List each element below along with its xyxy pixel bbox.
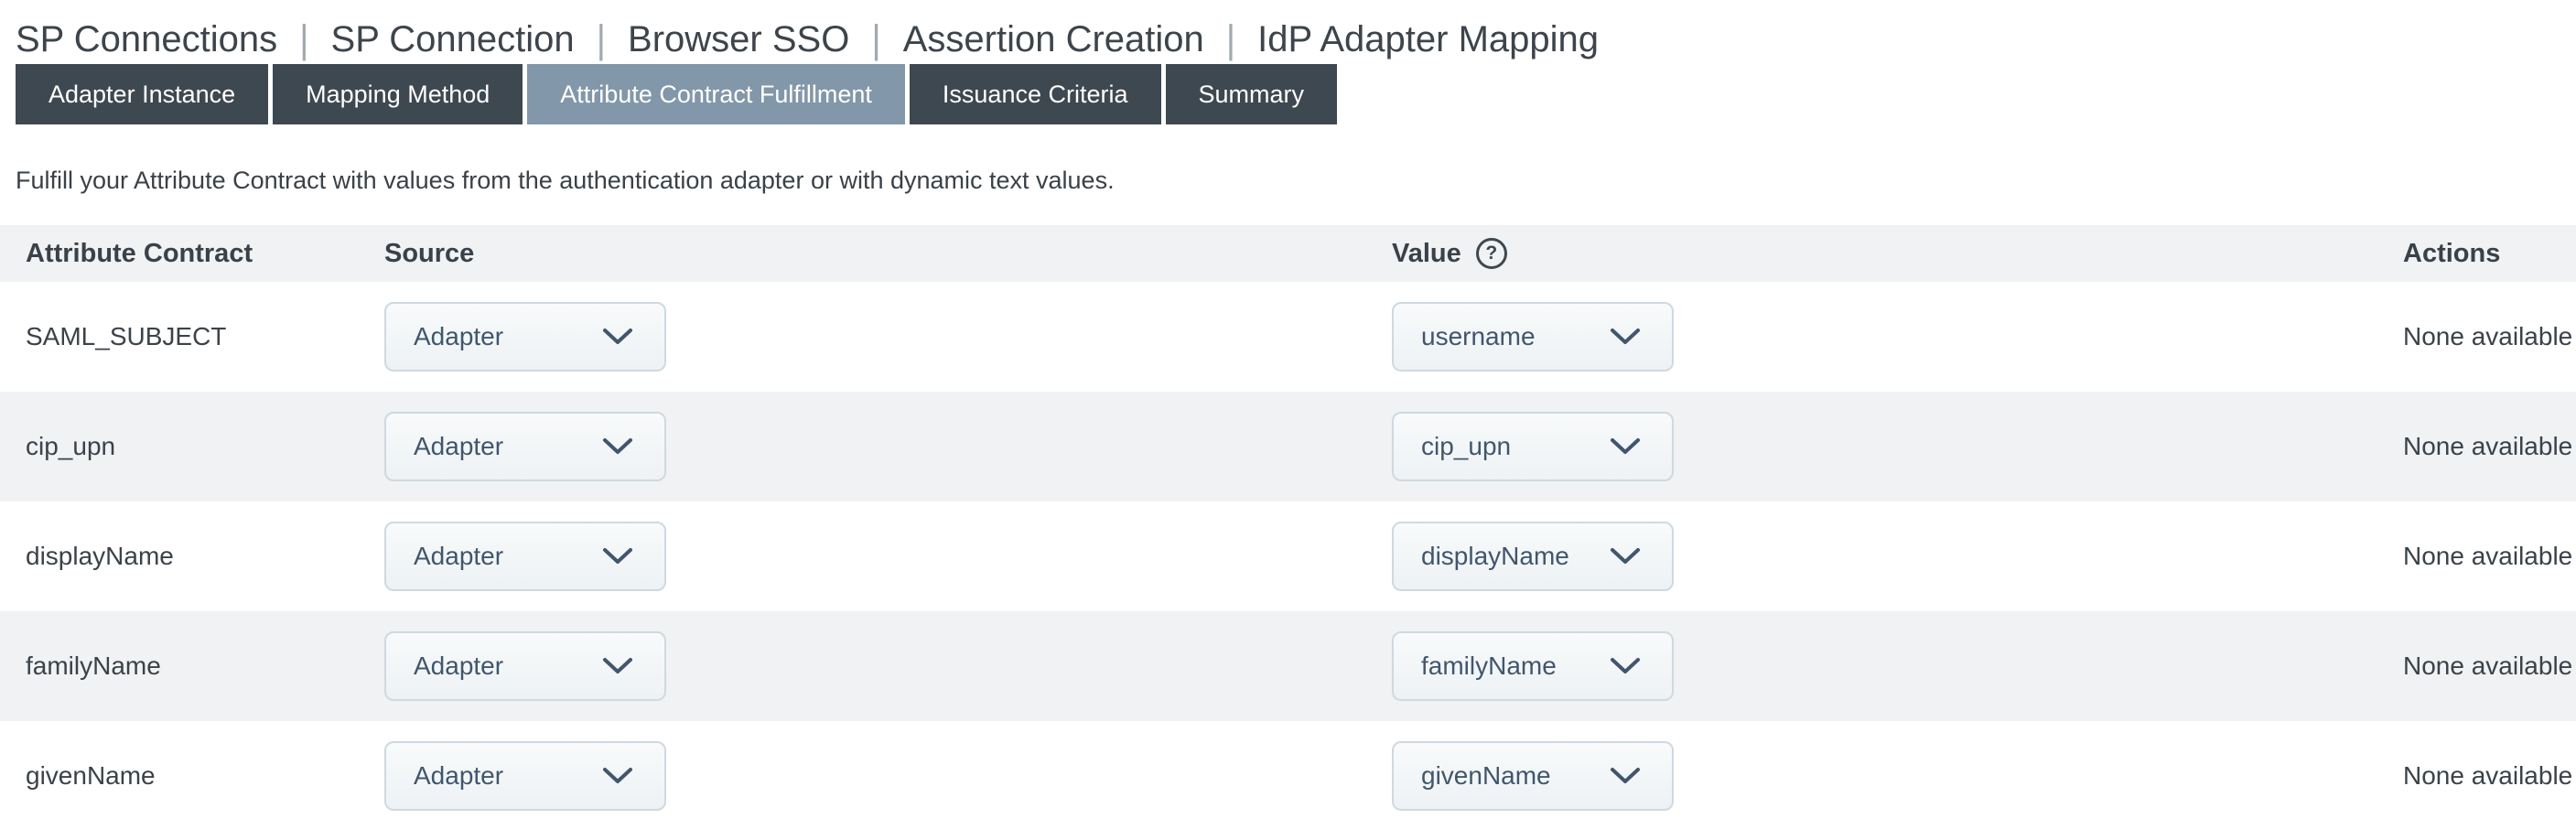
value-cell: cip_upn [1392, 412, 2403, 481]
breadcrumb-item-idp-adapter-mapping: IdP Adapter Mapping [1257, 19, 1599, 60]
actions-cell: None available [2403, 542, 2576, 571]
breadcrumb-item-assertion-creation[interactable]: Assertion Creation [903, 19, 1204, 60]
source-cell: Adapter [384, 522, 1392, 591]
column-header-value: Value ? [1392, 238, 2403, 269]
attribute-contract-label: SAML_SUBJECT [26, 322, 384, 351]
value-dropdown-value: displayName [1421, 542, 1569, 571]
attribute-contract-label: givenName [26, 761, 384, 791]
table-row: displayName Adapter displayName None ava… [0, 501, 2576, 611]
breadcrumb-item-browser-sso[interactable]: Browser SSO [628, 19, 849, 60]
actions-cell: None available [2403, 322, 2576, 351]
column-header-source: Source [384, 239, 1392, 269]
column-header-attribute-contract: Attribute Contract [26, 239, 384, 269]
source-dropdown-value: Adapter [414, 542, 503, 571]
value-dropdown[interactable]: cip_upn [1392, 412, 1674, 481]
attribute-contract-label: cip_upn [26, 432, 384, 461]
value-cell: displayName [1392, 522, 2403, 591]
value-dropdown[interactable]: displayName [1392, 522, 1674, 591]
chevron-down-icon [1610, 767, 1641, 785]
chevron-down-icon [602, 437, 633, 456]
actions-cell: None available [2403, 432, 2576, 461]
source-cell: Adapter [384, 741, 1392, 811]
source-dropdown[interactable]: Adapter [384, 302, 666, 372]
source-cell: Adapter [384, 302, 1392, 372]
value-cell: username [1392, 302, 2403, 372]
source-dropdown[interactable]: Adapter [384, 741, 666, 811]
attribute-contract-table: Attribute Contract Source Value ? Action… [0, 225, 2576, 831]
table-row: familyName Adapter familyName None avail… [0, 611, 2576, 721]
page-description: Fulfill your Attribute Contract with val… [16, 167, 2576, 195]
table-row: SAML_SUBJECT Adapter username None avail… [0, 282, 2576, 392]
actions-cell: None available [2403, 761, 2576, 791]
attribute-contract-label: familyName [26, 652, 384, 681]
chevron-down-icon [1610, 657, 1641, 675]
source-dropdown[interactable]: Adapter [384, 522, 666, 591]
source-dropdown[interactable]: Adapter [384, 631, 666, 701]
tab-label: Adapter Instance [49, 81, 235, 109]
tab-label: Issuance Criteria [943, 81, 1128, 109]
tab-label: Mapping Method [306, 81, 490, 109]
chevron-down-icon [1610, 437, 1641, 456]
value-dropdown-value: familyName [1421, 652, 1557, 681]
table-row: givenName Adapter givenName None availab… [0, 721, 2576, 831]
breadcrumb-separator: | [871, 16, 880, 62]
table-header-row: Attribute Contract Source Value ? Action… [0, 225, 2576, 282]
value-cell: familyName [1392, 631, 2403, 701]
column-header-actions: Actions [2403, 239, 2576, 269]
help-icon[interactable]: ? [1476, 238, 1507, 269]
breadcrumb-separator: | [597, 16, 606, 62]
breadcrumb-item-sp-connection[interactable]: SP Connection [331, 19, 575, 60]
value-cell: givenName [1392, 741, 2403, 811]
value-dropdown[interactable]: familyName [1392, 631, 1674, 701]
tab-label: Attribute Contract Fulfillment [560, 81, 872, 109]
column-header-value-label: Value [1392, 239, 1461, 269]
source-dropdown-value: Adapter [414, 652, 503, 681]
table-row: cip_upn Adapter cip_upn None available [0, 392, 2576, 501]
tab-bar: Adapter Instance Mapping Method Attribute … [16, 64, 2576, 124]
source-dropdown-value: Adapter [414, 322, 503, 351]
breadcrumb-separator: | [1226, 16, 1235, 62]
source-dropdown[interactable]: Adapter [384, 412, 666, 481]
chevron-down-icon [602, 767, 633, 785]
source-dropdown-value: Adapter [414, 761, 503, 791]
chevron-down-icon [1610, 328, 1641, 346]
source-dropdown-value: Adapter [414, 432, 503, 461]
tab-summary[interactable]: Summary [1166, 64, 1338, 124]
chevron-down-icon [602, 547, 633, 565]
tab-label: Summary [1199, 81, 1305, 109]
source-cell: Adapter [384, 631, 1392, 701]
value-dropdown-value: givenName [1421, 761, 1551, 791]
actions-cell: None available [2403, 652, 2576, 681]
tab-mapping-method[interactable]: Mapping Method [273, 64, 523, 124]
chevron-down-icon [602, 328, 633, 346]
breadcrumb: SP Connections | SP Connection | Browser SSO… [0, 0, 2576, 62]
breadcrumb-separator: | [299, 16, 308, 62]
tab-attribute-contract-fulfillment[interactable]: Attribute Contract Fulfillment [527, 64, 905, 124]
chevron-down-icon [602, 657, 633, 675]
table-body: SAML_SUBJECT Adapter username None avail… [0, 282, 2576, 831]
value-dropdown-value: username [1421, 322, 1536, 351]
breadcrumb-item-sp-connections[interactable]: SP Connections [16, 19, 277, 60]
value-dropdown[interactable]: givenName [1392, 741, 1674, 811]
attribute-contract-label: displayName [26, 542, 384, 571]
source-cell: Adapter [384, 412, 1392, 481]
value-dropdown[interactable]: username [1392, 302, 1674, 372]
tab-adapter-instance[interactable]: Adapter Instance [16, 64, 268, 124]
chevron-down-icon [1610, 547, 1641, 565]
value-dropdown-value: cip_upn [1421, 432, 1511, 461]
tab-issuance-criteria[interactable]: Issuance Criteria [910, 64, 1161, 124]
